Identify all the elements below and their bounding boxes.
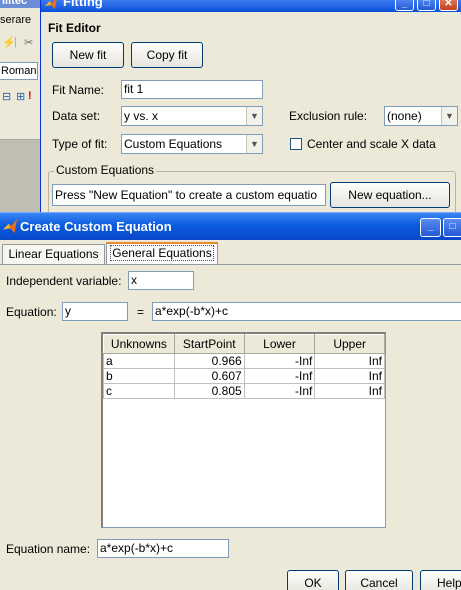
background-gray-area	[0, 139, 40, 215]
custom-equations-title: Custom Equations	[54, 163, 157, 177]
dialog-minimize-button[interactable]: _	[420, 218, 441, 237]
fitting-title: Fitting	[63, 0, 103, 9]
type-of-fit-select[interactable]: Custom Equations ▼	[121, 134, 263, 154]
new-equation-button[interactable]: New equation...	[330, 182, 450, 208]
startpoint-cell[interactable]: 0.966	[173, 353, 245, 369]
table-row: b 0.607 -Inf Inf	[103, 368, 385, 384]
tool-icon-2[interactable]: ⊟	[2, 90, 11, 103]
upper-cell[interactable]: Inf	[314, 368, 385, 384]
matlab-logo-icon	[45, 0, 57, 9]
col-header-unknowns[interactable]: Unknowns	[103, 334, 175, 354]
col-header-startpoint[interactable]: StartPoint	[173, 334, 245, 354]
chevron-down-icon[interactable]: ▼	[246, 107, 262, 125]
equation-name-field[interactable]: a*exp(-b*x)+c	[97, 539, 229, 558]
dialog-title: Create Custom Equation	[20, 219, 172, 234]
tab-general-equations-label: General Equations	[110, 245, 214, 261]
chevron-down-icon[interactable]: ▼	[246, 135, 262, 153]
exclusion-rule-label: Exclusion rule:	[289, 109, 368, 123]
custom-equation-hint-field[interactable]: Press "New Equation" to create a custom …	[52, 184, 326, 206]
col-header-lower[interactable]: Lower	[243, 334, 316, 354]
tab-linear-equations[interactable]: Linear Equations	[2, 244, 105, 264]
alert-icon[interactable]: !	[28, 90, 32, 102]
tab-panel-border	[0, 264, 461, 265]
background-label: serare	[0, 14, 32, 26]
tab-general-equations[interactable]: General Equations	[106, 242, 218, 264]
table-row: a 0.966 -Inf Inf	[103, 353, 385, 369]
lower-cell[interactable]: -Inf	[243, 353, 316, 369]
background-toolbar-2: ⊟ ⊞ !	[0, 90, 40, 106]
copy-fit-button[interactable]: Copy fit	[131, 42, 203, 68]
exclusion-rule-select[interactable]: (none) ▼	[384, 106, 458, 126]
upper-cell[interactable]: Inf	[314, 353, 385, 369]
tool-icon-3[interactable]: ⊞	[16, 90, 25, 103]
equation-label: Equation:	[6, 305, 57, 319]
fitting-titlebar[interactable]: Fitting _ □ ✕	[41, 0, 461, 12]
create-custom-equation-dialog: Create Custom Equation _ □ Linear Equati…	[0, 212, 461, 590]
background-window-title: ilitec	[2, 0, 28, 7]
equation-rhs-field[interactable]: a*exp(-b*x)+c	[152, 302, 461, 321]
unknown-cell[interactable]: a	[103, 353, 175, 369]
fitting-window: Fitting _ □ ✕ Fit Editor New fit Copy fi…	[40, 0, 461, 215]
ok-button[interactable]: OK	[287, 570, 339, 590]
independent-variable-label: Independent variable:	[6, 274, 122, 288]
unknown-cell[interactable]: b	[103, 368, 175, 384]
close-button[interactable]: ✕	[439, 0, 458, 11]
equation-name-label: Equation name:	[6, 542, 91, 556]
startpoint-cell[interactable]: 0.607	[173, 368, 245, 384]
background-window: ilitec serare ⚡ | ✂ Roman ⊟ ⊞ !	[0, 0, 40, 215]
upper-cell[interactable]: Inf	[314, 383, 385, 399]
toolbar-separator: |	[14, 36, 17, 48]
maximize-button[interactable]: □	[417, 0, 436, 11]
center-scale-checkbox[interactable]	[290, 138, 302, 150]
table-row: c 0.805 -Inf Inf	[103, 383, 385, 399]
minimize-button[interactable]: _	[395, 0, 414, 11]
cancel-button[interactable]: Cancel	[345, 570, 413, 590]
fit-name-field[interactable]: fit 1	[121, 80, 263, 99]
coefficients-table: Unknowns StartPoint Lower Upper a 0.966 …	[101, 332, 386, 528]
startpoint-cell[interactable]: 0.805	[173, 383, 245, 399]
dialog-maximize-button[interactable]: □	[443, 218, 461, 237]
type-of-fit-label: Type of fit:	[52, 137, 108, 151]
background-font-field[interactable]: Roman	[0, 62, 38, 80]
independent-variable-field[interactable]: x	[128, 271, 194, 290]
new-fit-button[interactable]: New fit	[52, 42, 124, 68]
background-toolbar: ⚡ | ✂	[0, 36, 40, 54]
exclusion-rule-value: (none)	[387, 109, 422, 123]
help-button[interactable]: Help	[420, 570, 461, 590]
lower-cell[interactable]: -Inf	[243, 368, 316, 384]
dialog-titlebar[interactable]: Create Custom Equation _ □	[0, 212, 461, 240]
col-header-upper[interactable]: Upper	[314, 334, 385, 354]
equation-lhs-field[interactable]: y	[62, 302, 128, 321]
fit-editor-label: Fit Editor	[48, 21, 101, 35]
fit-name-label: Fit Name:	[52, 83, 105, 97]
center-scale-label: Center and scale X data	[307, 137, 436, 151]
background-window-titlebar[interactable]: ilitec	[0, 0, 40, 8]
data-set-label: Data set:	[52, 109, 101, 123]
chevron-down-icon[interactable]: ▼	[441, 107, 457, 125]
cut-icon[interactable]: ✂	[24, 36, 33, 49]
unknown-cell[interactable]: c	[103, 383, 175, 399]
type-of-fit-value: Custom Equations	[124, 137, 223, 151]
matlab-logo-icon	[3, 219, 17, 233]
data-set-value: y vs. x	[124, 109, 159, 123]
equals-sign: =	[137, 305, 145, 319]
lower-cell[interactable]: -Inf	[243, 383, 316, 399]
data-set-select[interactable]: y vs. x ▼	[121, 106, 263, 126]
